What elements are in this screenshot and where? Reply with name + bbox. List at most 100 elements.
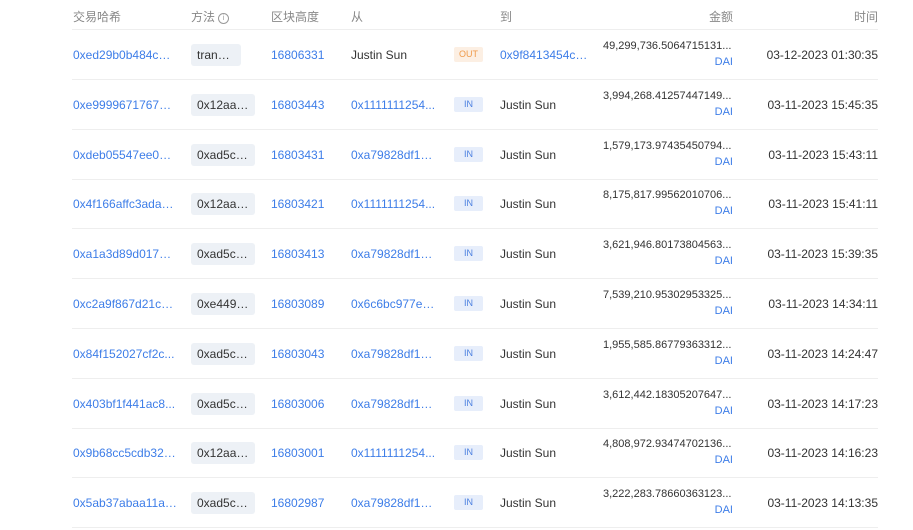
to-address: Justin Sun — [500, 197, 557, 212]
direction-badge: IN — [454, 246, 483, 262]
token-link[interactable]: DAI — [700, 305, 733, 317]
tx-hash-link[interactable]: 0x84f152027cf2c... — [73, 347, 177, 361]
from-address[interactable]: 0x1111111254... — [351, 446, 439, 460]
table-row: 0xc2a9f867d21c0... 0xe4490... 16803089 0x6c… — [0, 279, 913, 329]
column-header-method: 方法 i — [191, 8, 230, 25]
tx-hash-link[interactable]: 0xa1a3d89d017d8... — [73, 247, 177, 261]
from-address[interactable]: 0x1111111254... — [351, 98, 439, 112]
to-address: Justin Sun — [500, 247, 557, 262]
from-address[interactable]: 0x1111111254... — [351, 197, 439, 211]
token-link[interactable]: DAI — [700, 504, 733, 516]
table-row: 0xe99996717676c... 0x12aa3... 16803443 0x11… — [0, 80, 913, 130]
token-link[interactable]: DAI — [700, 355, 733, 367]
to-address: Justin Sun — [500, 496, 557, 511]
method-tag: 0x12aa3... — [191, 193, 255, 216]
to-address: Justin Sun — [500, 346, 557, 361]
from-address[interactable]: 0xa79828df185... — [351, 397, 439, 411]
column-header-time: 时间 — [854, 10, 879, 24]
timestamp: 03-11-2023 15:41:11 — [768, 197, 878, 212]
tx-hash-link[interactable]: 0xe99996717676c... — [73, 98, 177, 112]
from-address[interactable]: 0xa79828df185... — [351, 347, 439, 361]
timestamp: 03-11-2023 14:13:35 — [767, 496, 878, 511]
method-tag: 0xad5cc... — [191, 492, 255, 515]
row-divider — [72, 527, 878, 529]
table-header: 交易哈希 方法 i 区块高度 从 到 金额 时间 — [0, 0, 913, 30]
method-tag: 0x12aa3... — [191, 93, 255, 116]
table-row: 0x5ab37abaa11ae... 0xad5cc... 16802987 0xa7… — [0, 478, 913, 529]
token-link[interactable]: DAI — [700, 454, 733, 466]
to-address: Justin Sun — [500, 446, 557, 461]
direction-badge: IN — [454, 96, 483, 112]
table-row: 0x4f166affc3ada3... 0x12aa3... 16803421 0x1… — [0, 179, 913, 230]
amount-value: 49,299,736.5064715131... — [603, 40, 732, 52]
to-address: Justin Sun — [500, 147, 557, 162]
direction-badge: IN — [454, 345, 483, 361]
tx-hash-link[interactable]: 0x5ab37abaa11ae... — [73, 496, 177, 510]
direction-badge: IN — [454, 445, 483, 461]
table-row: 0x84f152027cf2c... 0xad5cc... 16803043 0xa7… — [0, 329, 913, 379]
direction-badge: IN — [454, 395, 483, 411]
method-tag: 0xad5cc... — [191, 143, 255, 166]
tx-hash-link[interactable]: 0x403bf1f441ac8... — [73, 397, 177, 411]
to-address: Justin Sun — [500, 396, 557, 411]
method-tag: transfer — [191, 44, 241, 66]
to-address: Justin Sun — [500, 297, 557, 311]
timestamp: 03-11-2023 15:45:35 — [767, 97, 878, 112]
method-tag: 0xe4490... — [191, 293, 255, 315]
amount-value: 3,222,283.78660363123... — [603, 488, 732, 501]
table-row: 0xdeb05547ee0a5... 0xad5cc... 16803431 0xa7… — [0, 130, 913, 180]
token-link[interactable]: DAI — [700, 56, 733, 68]
info-icon[interactable]: i — [218, 13, 230, 24]
column-header-hash: 交易哈希 — [73, 10, 122, 24]
amount-value: 4,808,972.93474702136... — [603, 438, 732, 451]
from-address[interactable]: 0xa79828df185... — [351, 496, 439, 510]
to-address[interactable]: 0x9f8413454c1... — [500, 48, 592, 62]
from-address[interactable]: 0xa79828df185... — [351, 148, 439, 162]
timestamp: 03-11-2023 14:17:23 — [767, 396, 878, 411]
token-link[interactable]: DAI — [700, 156, 733, 168]
block-height-link[interactable]: 16803006 — [271, 397, 331, 411]
block-height-link[interactable]: 16803413 — [271, 247, 331, 261]
column-header-method-label: 方法 — [191, 10, 216, 24]
column-header-to: 到 — [500, 10, 513, 24]
block-height-link[interactable]: 16803043 — [271, 347, 331, 361]
to-address: Justin Sun — [500, 97, 557, 112]
tx-hash-link[interactable]: 0xdeb05547ee0a5... — [73, 148, 177, 162]
block-height-link[interactable]: 16803443 — [271, 98, 331, 112]
token-link[interactable]: DAI — [700, 255, 733, 267]
tx-hash-link[interactable]: 0x4f166affc3ada3... — [73, 197, 177, 211]
direction-badge: IN — [454, 495, 483, 511]
amount-value: 8,175,817.99562010706... — [603, 189, 732, 202]
block-height-link[interactable]: 16803001 — [271, 446, 331, 460]
from-address[interactable]: 0x6c6bc977e1... — [351, 297, 439, 311]
amount-value: 1,955,585.86779363312... — [603, 338, 732, 351]
timestamp: 03-11-2023 14:24:47 — [767, 346, 878, 361]
block-height-link[interactable]: 16803089 — [271, 297, 331, 311]
timestamp: 03-11-2023 14:34:11 — [768, 297, 878, 311]
block-height-link[interactable]: 16802987 — [271, 496, 331, 510]
timestamp: 03-11-2023 14:16:23 — [767, 446, 878, 461]
from-address: Justin Sun — [351, 48, 408, 62]
timestamp: 03-11-2023 15:43:11 — [768, 147, 878, 162]
from-address[interactable]: 0xa79828df185... — [351, 247, 439, 261]
tx-hash-link[interactable]: 0xc2a9f867d21c0... — [73, 297, 177, 311]
column-header-amount: 金额 — [709, 10, 734, 24]
table-row: 0xed29b0b484c55... transfer 16806331 Justin… — [0, 30, 913, 80]
method-tag: 0xad5cc... — [191, 342, 255, 365]
tx-hash-link[interactable]: 0x9b68cc5cdb32e... — [73, 446, 177, 460]
direction-badge: IN — [454, 196, 483, 212]
token-link[interactable]: DAI — [700, 106, 733, 118]
direction-badge: IN — [454, 146, 483, 162]
tx-hash-link[interactable]: 0xed29b0b484c55... — [73, 48, 177, 62]
token-link[interactable]: DAI — [700, 405, 733, 417]
method-tag: 0xad5cc... — [191, 392, 255, 415]
block-height-link[interactable]: 16803431 — [271, 148, 331, 162]
token-link[interactable]: DAI — [700, 205, 733, 217]
amount-value: 1,579,173.97435450794... — [603, 139, 732, 152]
block-height-link[interactable]: 16803421 — [271, 197, 331, 211]
column-header-from: 从 — [351, 10, 364, 24]
block-height-link[interactable]: 16806331 — [271, 48, 331, 62]
amount-value: 3,621,946.80173804563... — [603, 239, 732, 252]
method-tag: 0xad5cc... — [191, 243, 255, 266]
column-header-block: 区块高度 — [271, 10, 320, 24]
